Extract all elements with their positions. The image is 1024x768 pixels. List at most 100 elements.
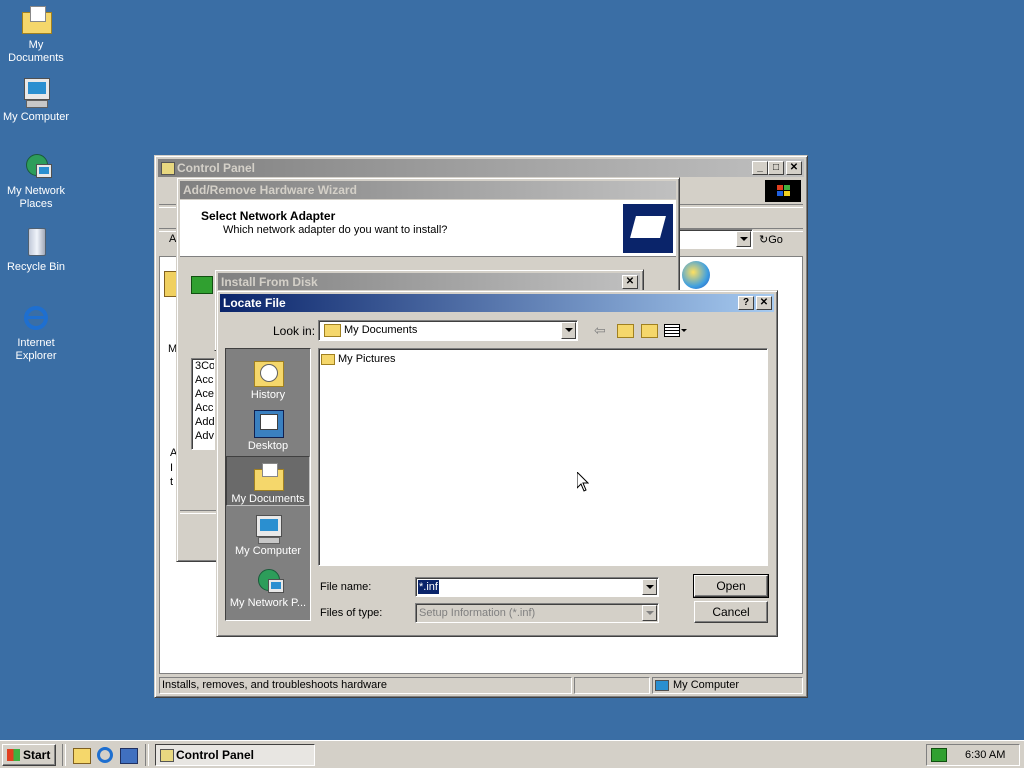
list-item[interactable]: Add	[192, 415, 214, 429]
network-card-list-icon	[191, 276, 213, 294]
taskbar-control-panel-button[interactable]: Control Panel	[155, 744, 315, 766]
start-button[interactable]: Start	[2, 744, 56, 766]
left-text-t: t	[170, 476, 174, 488]
file-list[interactable]: My Pictures	[318, 348, 768, 566]
show-desktop-icon[interactable]	[73, 748, 91, 764]
locate-file-title: Locate File	[223, 296, 286, 310]
desktop-icon-label: Internet Explorer	[15, 337, 57, 362]
quick-launch-outlook-icon[interactable]	[120, 748, 138, 764]
desktop-icon-my-computer[interactable]: My Computer	[0, 76, 72, 124]
desktop-icon	[252, 408, 284, 438]
system-tray: 6:30 AM	[926, 744, 1020, 766]
quick-launch-ie-icon[interactable]	[97, 747, 113, 763]
list-item[interactable]: Ace	[192, 387, 214, 401]
status-zone: My Computer	[673, 679, 740, 691]
desktop-icon-label: My Documents	[8, 39, 64, 64]
wizard-subheading: Which network adapter do you want to ins…	[223, 224, 448, 236]
places-my-computer[interactable]: My Computer	[226, 509, 310, 559]
locate-file-titlebar[interactable]: Locate File ? ✕	[220, 294, 774, 312]
internet-explorer-icon	[20, 302, 52, 334]
my-computer-icon	[252, 513, 284, 544]
list-item[interactable]: Acc	[192, 401, 214, 415]
control-panel-icon	[160, 749, 174, 762]
files-of-type-combo[interactable]: Setup Information (*.inf)	[415, 603, 659, 623]
close-button[interactable]: ✕	[786, 161, 802, 175]
folder-icon	[324, 324, 341, 337]
up-folder-icon[interactable]	[617, 324, 634, 338]
chevron-down-icon	[642, 605, 657, 621]
desktop-icon-my-network-places[interactable]: My Network Places	[0, 150, 72, 211]
computer-icon	[20, 76, 52, 108]
desktop-icon-recycle-bin[interactable]: Recycle Bin	[0, 226, 72, 274]
network-tray-icon[interactable]	[931, 748, 947, 762]
places-bar: History Desktop My Documents My Computer…	[225, 348, 311, 621]
taskbar: Start Control Panel 6:30 AM	[0, 740, 1024, 768]
new-folder-icon[interactable]	[641, 324, 658, 338]
install-from-disk-titlebar[interactable]: Install From Disk ✕	[218, 273, 640, 291]
places-my-network-places[interactable]: My Network P...	[226, 561, 310, 611]
hardware-wizard-titlebar[interactable]: Add/Remove Hardware Wizard	[180, 181, 676, 199]
manufacturer-list[interactable]: 3Co Acc Ace Acc Add Adv	[191, 358, 215, 450]
recycle-bin-icon	[20, 226, 52, 258]
control-panel-title: Control Panel	[177, 161, 256, 175]
file-name-label: File name:	[320, 581, 372, 593]
wizard-header: Select Network Adapter Which network ada…	[180, 200, 676, 257]
history-icon	[252, 357, 284, 387]
left-text-i: I	[170, 462, 174, 474]
files-of-type-value: Setup Information (*.inf)	[419, 607, 536, 619]
windows-logo-icon	[765, 180, 801, 202]
view-menu-icon[interactable]	[664, 324, 680, 337]
chevron-down-icon[interactable]	[736, 231, 751, 247]
help-button[interactable]: ?	[738, 296, 754, 310]
chevron-down-icon[interactable]	[642, 579, 657, 595]
places-my-documents[interactable]: My Documents	[226, 456, 310, 506]
control-panel-titlebar[interactable]: Control Panel _ □ ✕	[158, 159, 804, 177]
status-bar: Installs, removes, and troubleshoots har…	[159, 677, 803, 694]
clock[interactable]: 6:30 AM	[965, 749, 1005, 761]
close-button[interactable]: ✕	[756, 296, 772, 310]
places-history[interactable]: History	[226, 353, 310, 403]
install-from-disk-title: Install From Disk	[221, 275, 318, 289]
back-icon[interactable]: ⇦	[594, 322, 606, 339]
minimize-button[interactable]: _	[752, 161, 768, 175]
my-computer-zone-icon	[655, 680, 669, 691]
mouse-cursor-icon	[576, 470, 590, 495]
look-in-combo[interactable]: My Documents	[318, 320, 578, 341]
control-panel-title-icon	[161, 162, 175, 175]
network-icon	[20, 150, 52, 182]
cancel-button[interactable]: Cancel	[694, 601, 768, 623]
pictures-folder-icon	[321, 354, 335, 365]
desktop-icon-label: My Computer	[2, 111, 70, 123]
hardware-wizard-title: Add/Remove Hardware Wizard	[183, 183, 357, 197]
close-button[interactable]: ✕	[622, 275, 638, 289]
my-documents-icon	[252, 461, 284, 491]
windows-logo-icon	[7, 749, 20, 761]
locate-file-dialog[interactable]: Locate File ? ✕ Look in: My Documents ⇦ …	[216, 290, 778, 637]
status-text: Installs, removes, and troubleshoots har…	[162, 679, 388, 691]
folder-icon	[20, 4, 52, 36]
go-button[interactable]: ↻Go	[759, 231, 799, 249]
wizard-network-card-icon	[623, 204, 673, 253]
places-desktop[interactable]: Desktop	[226, 404, 310, 454]
look-in-label: Look in:	[273, 324, 316, 338]
desktop-icon-my-documents[interactable]: My Documents	[0, 4, 72, 65]
go-arrow-icon: ↻	[759, 234, 769, 246]
wizard-heading: Select Network Adapter	[201, 209, 336, 223]
address-combo[interactable]	[675, 229, 753, 249]
desktop-icon-label: Recycle Bin	[6, 261, 66, 273]
windows-flag-icon	[682, 261, 710, 289]
file-name-value: *.inf	[418, 580, 439, 594]
open-button[interactable]: Open	[693, 574, 769, 598]
list-item[interactable]: 3Co	[192, 359, 214, 373]
files-of-type-label: Files of type:	[320, 607, 383, 619]
my-network-places-icon	[252, 565, 284, 595]
chevron-down-icon[interactable]	[561, 322, 576, 339]
desktop-icon-internet-explorer[interactable]: Internet Explorer	[0, 302, 72, 363]
maximize-button[interactable]: □	[768, 161, 784, 175]
view-menu-chevron-icon[interactable]	[681, 329, 687, 332]
desktop-icon-label: My Network Places	[6, 185, 66, 210]
file-name-input[interactable]: *.inf	[415, 577, 659, 597]
list-item[interactable]: Adv	[192, 429, 214, 443]
list-item[interactable]: Acc	[192, 373, 214, 387]
look-in-value: My Documents	[344, 324, 418, 336]
